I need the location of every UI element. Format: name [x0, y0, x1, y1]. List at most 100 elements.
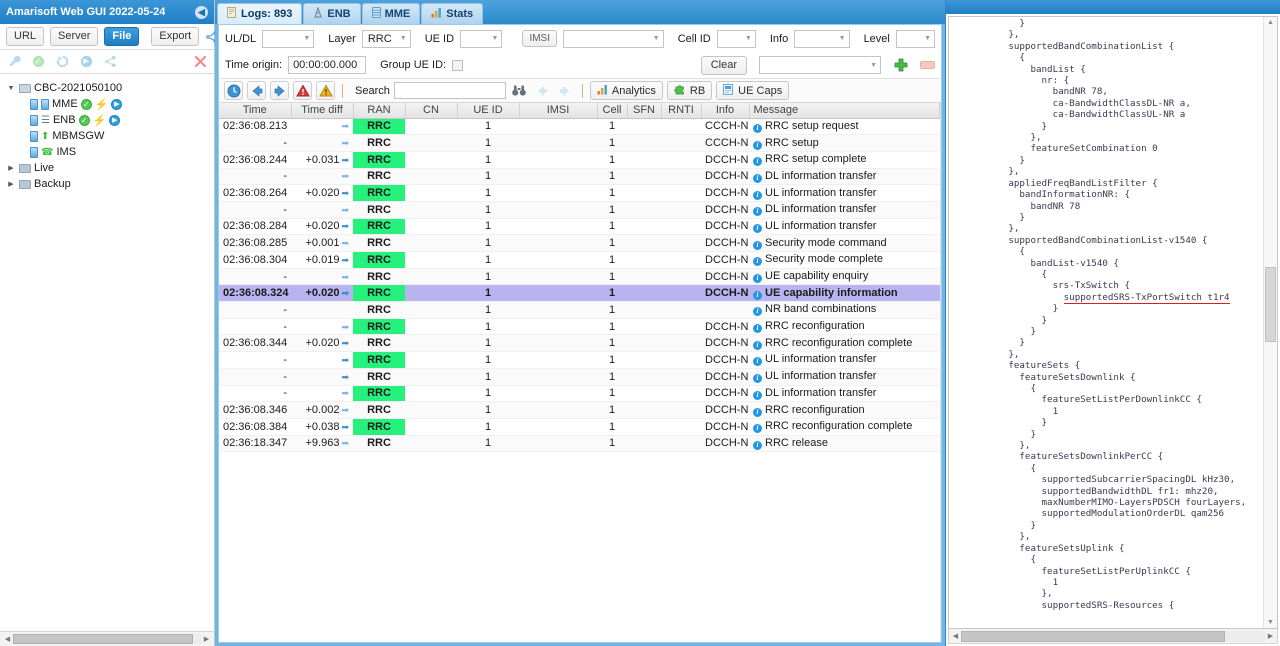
uldl-select[interactable]: ▼ — [262, 29, 315, 48]
table-row[interactable]: - ➡ RRC 1 1 DCCH-NRiDL information transfer — [219, 201, 940, 219]
clear-button[interactable]: Clear — [700, 55, 747, 75]
level-select[interactable]: ▼ — [895, 29, 936, 48]
table-row[interactable]: 02:36:08.264+0.020➡RRC 1 1 DCCH-NRiUL infor… — [219, 184, 940, 202]
imsi-select[interactable]: ▼ — [563, 29, 664, 48]
analytics-button[interactable]: Analytics — [589, 81, 663, 100]
tab-mme[interactable]: MME — [361, 3, 421, 24]
close-icon[interactable] — [192, 54, 208, 70]
col-imsi[interactable]: IMSI — [519, 103, 598, 119]
chevron-left-icon[interactable]: ◀ — [195, 5, 208, 19]
refresh-icon[interactable] — [54, 54, 70, 70]
clock-icon[interactable] — [224, 81, 243, 100]
minus-icon[interactable] — [920, 61, 935, 69]
table-row[interactable]: - ➡ RRC 1 1 CCCH-NRiRRC setup — [219, 134, 940, 152]
table-row[interactable]: 02:36:08.324+0.020➡RRC 1 1 DCCH-NRiUE capab… — [219, 284, 940, 303]
warning-triangle-icon[interactable] — [316, 81, 335, 100]
detail-horizontal-scrollbar[interactable]: ◀ ▶ — [948, 629, 1278, 644]
chevron-down-icon[interactable]: ▼ — [6, 85, 16, 92]
col-cn[interactable]: CN — [405, 103, 458, 119]
arrow-left-icon[interactable] — [247, 81, 266, 100]
table-row[interactable]: - ➡ RRC 1 1 DCCH-NRiUL information transfer — [219, 351, 940, 369]
scroll-thumb[interactable] — [13, 634, 194, 644]
play-circle-icon[interactable]: ▶ — [109, 114, 121, 126]
search-prev-icon[interactable] — [533, 81, 552, 100]
tree-item-ims[interactable]: ☎ IMS — [4, 144, 214, 160]
tree-item-label: ENB — [52, 114, 76, 126]
scroll-right-arrow-icon[interactable]: ▶ — [1265, 632, 1276, 640]
table-row[interactable]: 02:36:08.284+0.020➡RRC 1 1 DCCH-NRiUL infor… — [219, 218, 940, 236]
logs-vertical-scrollbar[interactable] — [940, 103, 941, 642]
table-row[interactable]: 02:36:08.346+0.002➡RRC 1 1 DCCH-NRiRRC reco… — [219, 401, 940, 419]
scroll-track[interactable] — [961, 630, 1265, 642]
play-circle-icon[interactable]: ▶ — [78, 54, 94, 70]
col-sfn[interactable]: SFN — [627, 103, 662, 119]
check-circle-icon[interactable]: ✓ — [30, 54, 46, 70]
scroll-track[interactable] — [13, 634, 201, 644]
time-origin-input[interactable] — [288, 56, 367, 74]
table-row[interactable]: - ➡ RRC 1 1 DCCH-NRiRRC reconfiguration — [219, 318, 940, 336]
preset-select[interactable]: ▼ — [759, 56, 881, 74]
scroll-left-arrow-icon[interactable]: ◀ — [2, 635, 13, 643]
col-cell[interactable]: Cell — [597, 103, 628, 119]
left-horizontal-scrollbar[interactable]: ◀ ▶ — [0, 631, 214, 646]
detail-scroll-thumb[interactable] — [1265, 267, 1276, 342]
table-row[interactable]: - ➡ RRC 1 1 DCCH-NRiUE capability enquiry — [219, 268, 940, 286]
file-button[interactable]: File — [104, 27, 140, 46]
tab-stats[interactable]: Stats — [421, 3, 484, 24]
table-row[interactable]: - ➡ RRC 1 1 DCCH-NRiUL information transfer — [219, 368, 940, 386]
info-select[interactable]: ▼ — [794, 29, 850, 48]
cellid-select[interactable]: ▼ — [716, 29, 756, 48]
server-button[interactable]: Server — [50, 27, 99, 46]
ue-caps-button[interactable]: UE Caps — [716, 81, 790, 100]
chevron-right-icon[interactable]: ▶ — [6, 180, 16, 188]
group-ueid-checkbox[interactable] — [452, 59, 464, 71]
tree-item-backup[interactable]: ▶ Backup — [4, 176, 214, 192]
scroll-left-arrow-icon[interactable]: ◀ — [950, 632, 961, 640]
table-row[interactable]: 02:36:18.347+9.963➡RRC 1 1 DCCH-NRiRRC rele… — [219, 435, 940, 453]
table-row[interactable]: 02:36:08.285+0.001➡RRC 1 1 DCCH-NRiSecurity… — [219, 234, 940, 252]
link-icon[interactable] — [102, 54, 118, 70]
table-row[interactable]: 02:36:08.344+0.020➡RRC 1 1 DCCH-NRiRRC reco… — [219, 334, 940, 353]
col-ran[interactable]: RAN — [353, 103, 406, 119]
ueid-select[interactable]: ▼ — [460, 29, 503, 48]
table-row[interactable]: 02:36:08.384+0.038➡RRC 1 1 DCCH-NRiRRC reco… — [219, 418, 940, 436]
scroll-right-arrow-icon[interactable]: ▶ — [201, 635, 212, 643]
table-row[interactable]: 02:36:08.244+0.031➡RRC 1 1 DCCH-NRiRRC setu… — [219, 151, 940, 169]
plus-icon[interactable] — [893, 58, 908, 73]
tab-logs[interactable]: Logs: 893 — [217, 3, 303, 24]
col-time[interactable]: Time — [219, 103, 292, 119]
export-button[interactable]: Export — [151, 27, 200, 46]
tree-item-live[interactable]: ▶ Live — [4, 160, 214, 176]
rb-button[interactable]: RB — [666, 81, 713, 100]
wrench-icon[interactable] — [6, 54, 22, 70]
scroll-down-arrow-icon[interactable]: ▼ — [1267, 619, 1274, 626]
scroll-up-arrow-icon[interactable]: ▲ — [1267, 19, 1274, 26]
table-row[interactable]: - ➡ RRC 1 1 DCCH-NRiDL information transfer — [219, 385, 940, 403]
table-row[interactable]: 02:36:08.213 ➡ RRC 1 1 CCCH-NRiRRC setup requ… — [219, 118, 940, 136]
table-row[interactable]: - ➡ RRC 1 1 DCCH-NRiDL information transfer — [219, 168, 940, 186]
tab-enb[interactable]: ENB — [303, 3, 361, 24]
search-next-icon[interactable] — [556, 81, 575, 100]
search-input[interactable] — [393, 82, 506, 99]
play-circle-icon[interactable]: ▶ — [111, 98, 123, 110]
col-rnti[interactable]: RNTI — [661, 103, 702, 119]
url-button[interactable]: URL — [6, 27, 45, 46]
binoculars-icon[interactable] — [510, 81, 529, 100]
tree-item-mbmsgw[interactable]: ⬆ MBMSGW — [4, 128, 214, 144]
ue-capability-code[interactable]: } }, supportedBandCombinationList { { ba… — [949, 17, 1263, 628]
tree-item-mme[interactable]: MME ✓ ⚡ ▶ — [4, 96, 214, 112]
col-time-diff[interactable]: Time diff — [291, 103, 354, 119]
arrow-right-icon[interactable] — [270, 81, 289, 100]
layer-select[interactable]: RRC ▼ — [361, 29, 411, 48]
tree-item-enb[interactable]: ☰ ENB ✓ ⚡ ▶ — [4, 112, 214, 128]
col-message[interactable]: Message — [749, 103, 940, 119]
scroll-thumb[interactable] — [961, 630, 1226, 642]
table-row[interactable]: 02:36:08.304+0.019➡RRC 1 1 DCCH-NRiSecurity… — [219, 251, 940, 269]
table-row[interactable]: - RRC 1 1 i NR band combinations — [219, 301, 940, 319]
error-triangle-icon[interactable] — [293, 81, 312, 100]
tree-item-cbc[interactable]: ▼ CBC-2021050100 — [4, 80, 214, 96]
col-info[interactable]: Info — [701, 103, 750, 119]
chevron-right-icon[interactable]: ▶ — [6, 164, 16, 172]
col-ue-id[interactable]: UE ID — [457, 103, 520, 119]
imsi-button[interactable]: IMSI — [522, 30, 557, 47]
